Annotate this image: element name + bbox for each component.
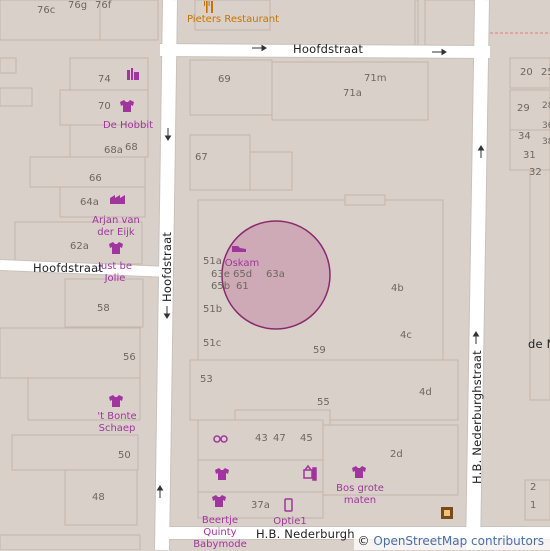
street-label-hoofdstraat-top: Hoofdstraat — [293, 42, 364, 56]
poi-label-de-hobbit[interactable]: De Hobbit — [100, 120, 156, 132]
poi-label-arjan[interactable]: Arjan van der Eijk — [88, 215, 144, 239]
house-number: 50 — [118, 450, 131, 461]
house-number: 4b — [391, 283, 404, 294]
poi-label-beertje[interactable]: Beertje Quinty Babymode — [192, 515, 248, 551]
house-number-extra: 28 — [542, 101, 550, 111]
house-number: 76g — [68, 0, 88, 11]
house-number: 70 — [98, 101, 111, 112]
house-number: 69 — [218, 74, 231, 85]
house-number: 76c — [37, 5, 56, 16]
house-number: 63a — [266, 269, 285, 280]
house-number: 62a — [70, 241, 89, 252]
house-number: 4c — [400, 330, 412, 341]
house-number: 20 — [520, 67, 533, 78]
house-number: 1 — [530, 500, 537, 511]
house-number: 76f — [95, 0, 112, 11]
house-number: 74 — [98, 74, 111, 85]
house-number-extra: 38 — [542, 137, 550, 147]
house-number: 68 — [125, 142, 138, 153]
copyright-symbol: © — [357, 534, 370, 548]
house-number: 71m — [364, 73, 387, 84]
house-number-extra: 36 — [542, 121, 550, 131]
house-number: 37a — [251, 500, 270, 511]
house-number: 2d — [390, 449, 403, 460]
museum-icon — [441, 507, 453, 519]
poi-label-bos-grote-maten[interactable]: Bos grote maten — [334, 483, 386, 507]
house-number: 71a — [343, 88, 362, 99]
house-number: 68a — [104, 145, 123, 156]
house-number: 34 — [518, 131, 531, 142]
house-number: 58 — [97, 303, 110, 314]
street-label-hoofdstraat-left: Hoofdstraat — [33, 261, 104, 275]
house-number: 47 — [273, 433, 286, 444]
house-number: 45 — [300, 433, 313, 444]
house-number: 56 — [123, 352, 136, 363]
house-number: 63e — [211, 269, 230, 280]
house-number: 51c — [203, 338, 222, 349]
house-number: 53 — [200, 374, 213, 385]
street-label-partial-right: de N — [528, 337, 550, 351]
street-label-nederburgh-bottom: H.B. Nederburgh — [256, 527, 355, 541]
poi-label-bonte-schaep[interactable]: 't Bonte Schaep — [92, 411, 142, 435]
house-number: 64a — [80, 197, 99, 208]
house-number: 43 — [255, 433, 268, 444]
house-number: 29 — [517, 103, 530, 114]
map-canvas[interactable]: 76c 76g 76f 74 70 68a 68 66 64a 62a 58 5… — [0, 0, 550, 550]
house-number: 32 — [529, 167, 542, 178]
attribution-link[interactable]: OpenStreetMap contributors — [373, 534, 544, 548]
street-label-nederburghstraat: H.B. Nederburghstraat — [470, 350, 484, 484]
house-number: 25 — [541, 67, 550, 78]
house-number: 51b — [203, 304, 223, 315]
house-number: 61 — [236, 281, 249, 292]
house-number: 59 — [313, 345, 326, 356]
poi-label-oskam[interactable]: Oskam — [222, 258, 262, 270]
house-number: 66 — [89, 173, 102, 184]
house-number: 55 — [317, 397, 330, 408]
attribution: © OpenStreetMap contributors — [353, 532, 550, 550]
house-number: 65b — [211, 281, 231, 292]
house-number: 67 — [195, 152, 208, 163]
poi-label-pieters[interactable]: Pieters Restaurant — [187, 14, 279, 25]
house-number: 65d — [233, 269, 253, 280]
house-number: 48 — [92, 492, 105, 503]
house-number: 31 — [523, 150, 536, 161]
house-number: 51a — [203, 256, 222, 267]
street-label-hoofdstraat-vertical: Hoofdstraat — [160, 231, 174, 302]
house-number: 4d — [419, 387, 432, 398]
house-number: 2 — [530, 482, 537, 493]
